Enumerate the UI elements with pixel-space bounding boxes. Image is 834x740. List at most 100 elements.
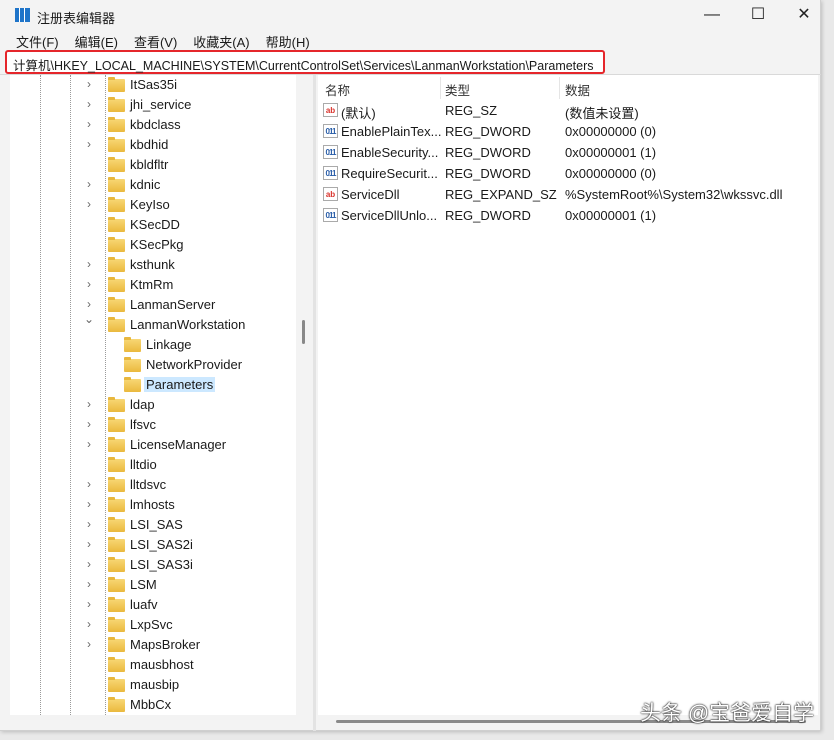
tree-item[interactable]: ›lfsvc: [10, 415, 296, 435]
menu-view[interactable]: 查看(V): [134, 32, 177, 50]
minimize-button[interactable]: —: [689, 4, 735, 26]
tree-item[interactable]: Linkage: [10, 335, 296, 355]
tree-vertical-scrollbar[interactable]: [302, 320, 305, 344]
tree-item[interactable]: KSecDD: [10, 215, 296, 235]
chevron-right-icon[interactable]: ›: [83, 297, 95, 311]
tree-item-label: ldap: [128, 397, 157, 412]
binary-value-icon: 011: [323, 166, 338, 180]
tree-item[interactable]: ›LanmanServer: [10, 295, 296, 315]
tree-item[interactable]: › luafv: [10, 595, 296, 615]
tree-item[interactable]: KSecPkg: [10, 235, 296, 255]
folder-icon: [108, 139, 125, 152]
folder-icon: [108, 159, 125, 172]
pane-splitter[interactable]: [313, 75, 316, 731]
column-header-data[interactable]: 数据: [565, 80, 590, 99]
tree-item[interactable]: Parameters: [10, 375, 296, 395]
tree-item[interactable]: ›LSI_SAS: [10, 515, 296, 535]
tree-item-label: MbbCx: [128, 697, 173, 712]
menu-edit[interactable]: 编辑(E): [75, 32, 118, 50]
tree-item[interactable]: ⌄ LanmanWorkstation: [10, 315, 296, 335]
chevron-right-icon[interactable]: ›: [83, 137, 95, 151]
tree-item-label: lltdio: [128, 457, 159, 472]
chevron-right-icon[interactable]: ›: [83, 97, 95, 111]
chevron-right-icon[interactable]: ›: [83, 437, 95, 451]
chevron-right-icon[interactable]: ›: [83, 257, 95, 271]
key-tree[interactable]: ›ItSas35i›jhi_service›kbdclass›kbdhidkbl…: [10, 75, 296, 715]
chevron-right-icon[interactable]: ›: [83, 597, 95, 611]
menu-favorites[interactable]: 收藏夹(A): [193, 32, 249, 50]
chevron-right-icon[interactable]: ›: [83, 117, 95, 131]
chevron-right-icon[interactable]: ›: [83, 477, 95, 491]
tree-item-label: LanmanWorkstation: [128, 317, 247, 332]
tree-item[interactable]: ›lltdsvc: [10, 475, 296, 495]
folder-icon: [108, 679, 125, 692]
value-row[interactable]: ab(默认)REG_SZ(数值未设置): [318, 100, 818, 121]
chevron-right-icon[interactable]: ›: [83, 397, 95, 411]
menu-bar: 文件(F) 编辑(E) 查看(V) 收藏夹(A) 帮助(H): [8, 32, 318, 50]
tree-item[interactable]: MbbCx: [10, 695, 296, 715]
chevron-down-icon[interactable]: ⌄: [83, 312, 95, 326]
tree-item[interactable]: mausbhost: [10, 655, 296, 675]
chevron-right-icon[interactable]: ›: [83, 557, 95, 571]
folder-icon: [108, 99, 125, 112]
tree-item[interactable]: ›LicenseManager: [10, 435, 296, 455]
tree-item[interactable]: ›LSI_SAS2i: [10, 535, 296, 555]
tree-item[interactable]: › ldap: [10, 395, 296, 415]
chevron-right-icon[interactable]: ›: [83, 277, 95, 291]
menu-help[interactable]: 帮助(H): [266, 32, 310, 50]
chevron-right-icon[interactable]: ›: [83, 637, 95, 651]
chevron-right-icon[interactable]: ›: [83, 497, 95, 511]
tree-item[interactable]: NetworkProvider: [10, 355, 296, 375]
folder-icon: [108, 299, 125, 312]
string-value-icon: ab: [323, 187, 338, 201]
chevron-right-icon[interactable]: ›: [83, 617, 95, 631]
values-list[interactable]: 名称 类型 数据 ab(默认)REG_SZ(数值未设置)011EnablePla…: [318, 75, 818, 715]
tree-item[interactable]: ›ksthunk: [10, 255, 296, 275]
tree-item[interactable]: ›jhi_service: [10, 95, 296, 115]
tree-item-label: KSecDD: [128, 217, 182, 232]
chevron-right-icon[interactable]: ›: [83, 77, 95, 91]
chevron-right-icon[interactable]: ›: [83, 417, 95, 431]
column-separator[interactable]: [440, 77, 441, 99]
chevron-right-icon[interactable]: ›: [83, 537, 95, 551]
chevron-right-icon[interactable]: ›: [83, 197, 95, 211]
value-data: 0x00000001 (1): [565, 145, 656, 160]
tree-item[interactable]: ›KeyIso: [10, 195, 296, 215]
title-bar: 注册表编辑器 — ☐ ✕: [0, 0, 820, 30]
value-type: REG_DWORD: [445, 208, 531, 223]
chevron-right-icon[interactable]: ›: [83, 577, 95, 591]
folder-icon: [108, 439, 125, 452]
column-header-name[interactable]: 名称: [325, 80, 350, 99]
tree-item[interactable]: › LSM: [10, 575, 296, 595]
value-data: 0x00000001 (1): [565, 208, 656, 223]
tree-item[interactable]: ›MapsBroker: [10, 635, 296, 655]
value-row[interactable]: 011ServiceDllUnlo...REG_DWORD0x00000001 …: [318, 205, 818, 226]
tree-item[interactable]: › lmhosts: [10, 495, 296, 515]
chevron-right-icon[interactable]: ›: [83, 517, 95, 531]
maximize-button[interactable]: ☐: [735, 4, 781, 26]
column-header-type[interactable]: 类型: [445, 80, 470, 99]
tree-item[interactable]: ›KtmRm: [10, 275, 296, 295]
address-bar[interactable]: 计算机\HKEY_LOCAL_MACHINE\SYSTEM\CurrentCon…: [5, 50, 605, 74]
tree-item[interactable]: › kbdhid: [10, 135, 296, 155]
value-row[interactable]: 011RequireSecurit...REG_DWORD0x00000000 …: [318, 163, 818, 184]
tree-item[interactable]: ›kdnic: [10, 175, 296, 195]
tree-item-label: lmhosts: [128, 497, 177, 512]
menu-file[interactable]: 文件(F): [16, 32, 59, 50]
tree-item[interactable]: lltdio: [10, 455, 296, 475]
column-separator[interactable]: [559, 77, 560, 99]
close-button[interactable]: ✕: [781, 4, 827, 26]
tree-item[interactable]: kbldfltr: [10, 155, 296, 175]
tree-item-label: LSM: [128, 577, 159, 592]
chevron-right-icon[interactable]: ›: [83, 177, 95, 191]
value-row[interactable]: 011EnablePlainTex...REG_DWORD0x00000000 …: [318, 121, 818, 142]
value-row[interactable]: 011EnableSecurity...REG_DWORD0x00000001 …: [318, 142, 818, 163]
tree-item-label: kbdhid: [128, 137, 170, 152]
tree-item-label: luafv: [128, 597, 159, 612]
tree-item[interactable]: ›ItSas35i: [10, 75, 296, 95]
tree-item[interactable]: mausbip: [10, 675, 296, 695]
tree-item[interactable]: ›LxpSvc: [10, 615, 296, 635]
tree-item[interactable]: ›LSI_SAS3i: [10, 555, 296, 575]
value-row[interactable]: abServiceDllREG_EXPAND_SZ%SystemRoot%\Sy…: [318, 184, 818, 205]
tree-item[interactable]: ›kbdclass: [10, 115, 296, 135]
